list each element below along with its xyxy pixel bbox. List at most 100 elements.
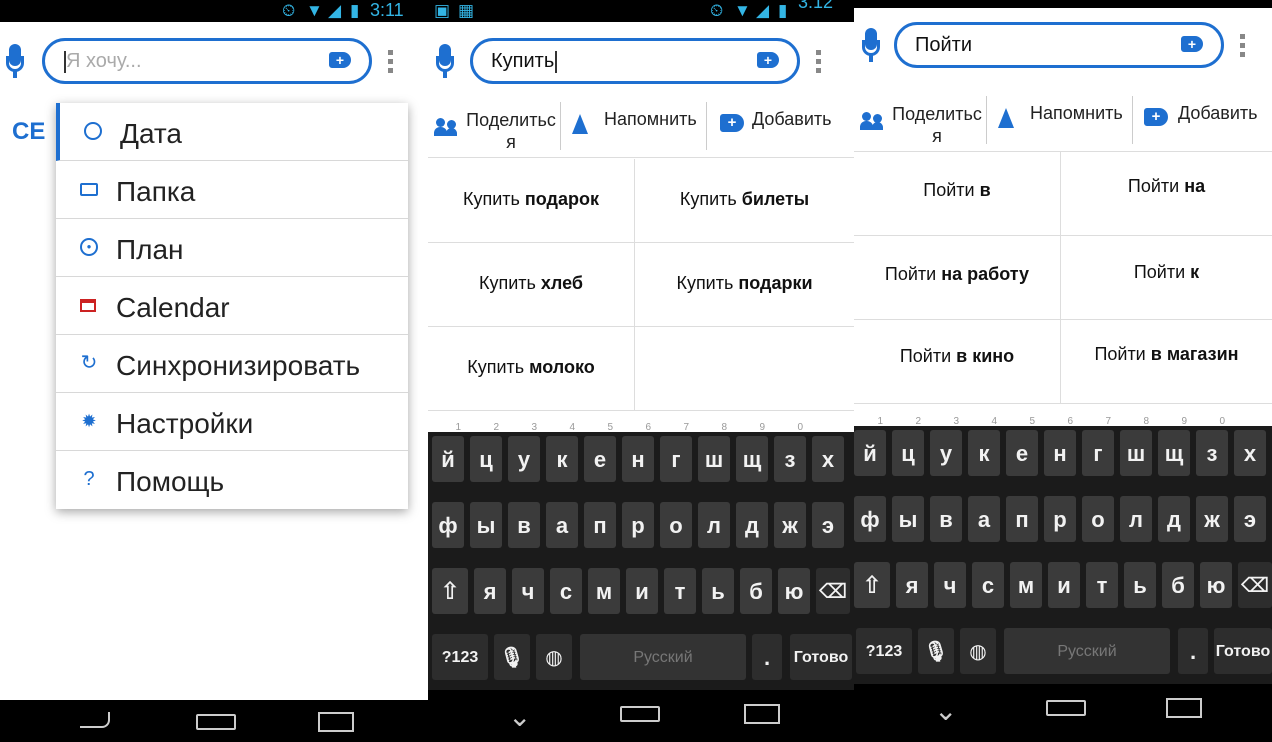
key[interactable]: х <box>812 436 844 482</box>
key[interactable]: у3 <box>930 416 962 476</box>
key[interactable]: г7 <box>1082 416 1114 476</box>
key[interactable]: ь <box>702 568 734 614</box>
add-button[interactable]: + Добавить <box>718 100 848 154</box>
search-input[interactable]: Купить + <box>470 38 800 84</box>
suggestion-cell[interactable]: Пойти в <box>854 152 1060 236</box>
shift-key-icon[interactable]: ⇧ <box>432 568 468 614</box>
home-icon[interactable] <box>620 706 660 722</box>
key[interactable]: о <box>660 502 692 548</box>
language-globe-icon[interactable]: ◍ <box>960 628 996 674</box>
key[interactable]: р <box>1044 496 1076 542</box>
search-input[interactable]: Пойти + <box>894 22 1224 68</box>
keyboard-mic-icon[interactable]: 🎙 <box>494 634 530 680</box>
menu-item-plan[interactable]: ● План <box>56 219 408 277</box>
key[interactable]: ф <box>854 496 886 542</box>
add-button[interactable]: + Добавить <box>1144 94 1272 148</box>
menu-item-sync[interactable]: ↻ Синхронизировать <box>56 335 408 393</box>
key[interactable]: л <box>1120 496 1152 542</box>
menu-item-folder[interactable]: Папка <box>56 161 408 219</box>
back-icon[interactable]: ⌄ <box>934 694 957 727</box>
menu-item-date[interactable]: Дата <box>56 103 408 161</box>
key[interactable]: н6 <box>622 422 654 482</box>
key[interactable]: э <box>1234 496 1266 542</box>
language-globe-icon[interactable]: ◍ <box>536 634 572 680</box>
key[interactable]: с <box>972 562 1004 608</box>
key[interactable]: к4 <box>968 416 1000 476</box>
done-key[interactable]: Готово <box>1214 628 1272 674</box>
key[interactable]: ц2 <box>470 422 502 482</box>
key[interactable]: ю <box>1200 562 1232 608</box>
key[interactable]: г7 <box>660 422 692 482</box>
key[interactable]: ю <box>778 568 810 614</box>
add-tag-icon[interactable]: + <box>329 52 351 68</box>
menu-item-help[interactable]: ? Помощь <box>56 451 408 509</box>
key[interactable]: э <box>812 502 844 548</box>
key[interactable]: ж <box>774 502 806 548</box>
space-key[interactable]: Русский <box>1004 628 1170 674</box>
key[interactable]: т <box>664 568 696 614</box>
key[interactable]: ж <box>1196 496 1228 542</box>
key[interactable]: ц2 <box>892 416 924 476</box>
key[interactable]: у3 <box>508 422 540 482</box>
share-button[interactable]: Поделитьс я <box>428 100 558 154</box>
symbols-key[interactable]: ?123 <box>432 634 488 680</box>
key[interactable]: р <box>622 502 654 548</box>
key[interactable]: и <box>1048 562 1080 608</box>
done-key[interactable]: Готово <box>790 634 852 680</box>
key[interactable]: з0 <box>774 422 806 482</box>
key[interactable]: м <box>1010 562 1042 608</box>
period-key[interactable]: . <box>752 634 782 680</box>
key[interactable]: е5 <box>584 422 616 482</box>
recent-apps-icon[interactable] <box>744 704 780 724</box>
key[interactable]: ш8 <box>698 422 730 482</box>
key[interactable]: з0 <box>1196 416 1228 476</box>
back-icon[interactable]: ⌄ <box>508 700 531 733</box>
key[interactable]: с <box>550 568 582 614</box>
suggestion-cell[interactable]: Купить подарки <box>634 243 854 327</box>
key[interactable]: ч <box>512 568 544 614</box>
suggestion-cell[interactable]: Пойти в магазин <box>1060 320 1272 404</box>
back-icon[interactable] <box>80 712 110 728</box>
overflow-menu-icon[interactable] <box>388 50 394 76</box>
overflow-menu-icon[interactable] <box>816 50 822 76</box>
shift-key-icon[interactable]: ⇧ <box>854 562 890 608</box>
key[interactable]: и <box>626 568 658 614</box>
symbols-key[interactable]: ?123 <box>856 628 912 674</box>
home-icon[interactable] <box>1046 700 1086 716</box>
add-tag-icon[interactable]: + <box>1181 36 1203 52</box>
remind-button[interactable]: Напомнить <box>568 100 704 154</box>
key[interactable]: ч <box>934 562 966 608</box>
key[interactable]: я <box>474 568 506 614</box>
key[interactable]: п <box>1006 496 1038 542</box>
key[interactable]: а <box>968 496 1000 542</box>
key[interactable]: в <box>508 502 540 548</box>
key[interactable]: м <box>588 568 620 614</box>
key[interactable]: п <box>584 502 616 548</box>
key[interactable]: а <box>546 502 578 548</box>
key[interactable]: ш8 <box>1120 416 1152 476</box>
key[interactable]: н6 <box>1044 416 1076 476</box>
key[interactable]: д <box>736 502 768 548</box>
suggestion-cell[interactable]: Пойти в кино <box>854 320 1060 404</box>
key[interactable]: к4 <box>546 422 578 482</box>
suggestion-cell[interactable]: Купить молоко <box>428 327 634 411</box>
key[interactable]: т <box>1086 562 1118 608</box>
space-key[interactable]: Русский <box>580 634 746 680</box>
backspace-key-icon[interactable]: ⌫ <box>816 568 850 614</box>
key[interactable]: б <box>740 568 772 614</box>
share-button[interactable]: Поделитьс я <box>854 94 984 148</box>
key[interactable]: ф <box>432 502 464 548</box>
key[interactable]: о <box>1082 496 1114 542</box>
recent-apps-icon[interactable] <box>318 712 354 732</box>
suggestion-cell[interactable]: Пойти к <box>1060 236 1272 320</box>
period-key[interactable]: . <box>1178 628 1208 674</box>
key[interactable]: щ9 <box>736 422 768 482</box>
remind-button[interactable]: Напомнить <box>994 94 1130 148</box>
backspace-key-icon[interactable]: ⌫ <box>1238 562 1272 608</box>
key[interactable]: й1 <box>432 422 464 482</box>
menu-item-settings[interactable]: ✹ Настройки <box>56 393 408 451</box>
suggestion-cell[interactable]: Купить подарок <box>428 159 634 243</box>
add-tag-icon[interactable]: + <box>757 52 779 68</box>
key[interactable]: ь <box>1124 562 1156 608</box>
suggestion-cell[interactable]: Пойти на работу <box>854 236 1060 320</box>
